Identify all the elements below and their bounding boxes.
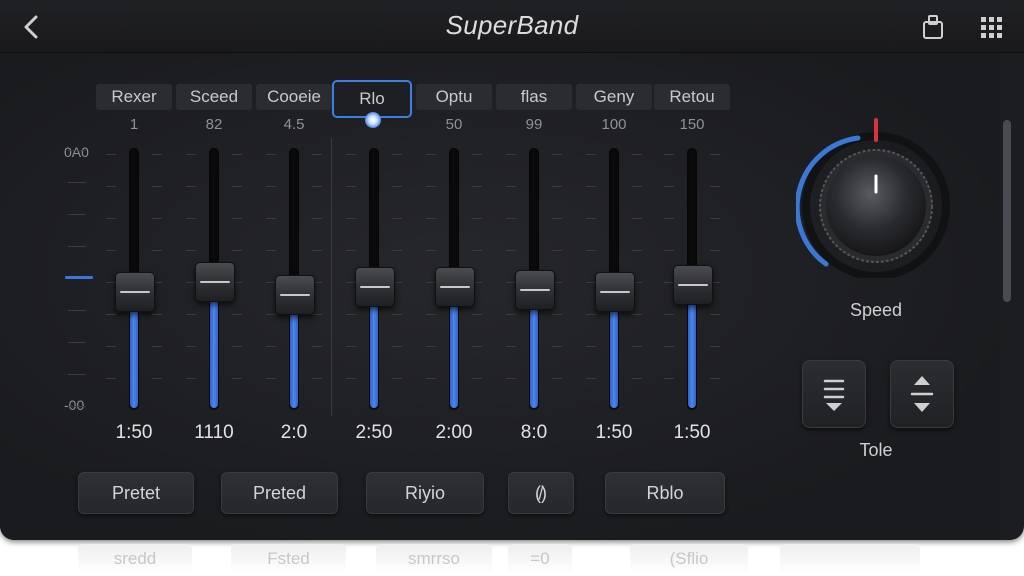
eq-band: Cooeie 4.5 2:0 xyxy=(254,82,334,452)
band-label-button[interactable]: Geny xyxy=(576,84,652,110)
ghost-button-2: Fsted xyxy=(231,544,346,574)
scale-tick xyxy=(68,342,86,343)
preset-button-2[interactable]: Preted xyxy=(221,472,338,514)
title-bar: SuperBand xyxy=(0,0,1024,53)
band-time: 2:00 xyxy=(435,422,473,443)
band-slider[interactable] xyxy=(346,148,402,410)
slider-knob[interactable] xyxy=(435,267,475,307)
scale-tick xyxy=(68,150,86,151)
band-value: 82 xyxy=(205,116,223,133)
preset-button-5[interactable]: Rblo xyxy=(605,472,725,514)
band-slider[interactable] xyxy=(586,148,642,410)
band-time: 1:50 xyxy=(673,422,711,443)
slider-knob[interactable] xyxy=(673,265,713,305)
eq-band: Rlo 2:50 xyxy=(332,80,414,452)
band-value: 150 xyxy=(679,116,705,133)
tone-label: Tole xyxy=(859,440,893,460)
ghost-button-1: sredd xyxy=(78,544,192,574)
ghost-button-4: =0 xyxy=(508,544,572,574)
grid-menu-button[interactable] xyxy=(978,14,1006,42)
band-value: 1 xyxy=(129,116,139,133)
band-time: 1:50 xyxy=(115,422,153,443)
slider-knob[interactable] xyxy=(595,272,635,312)
band-value: 99 xyxy=(525,116,543,133)
band-value: 4.5 xyxy=(283,116,305,133)
band-value: 100 xyxy=(601,116,627,133)
slider-fill xyxy=(688,299,696,408)
slider-knob[interactable] xyxy=(195,262,235,302)
ghost-button-3: smrrso xyxy=(376,544,492,574)
band-label-button[interactable]: Rexer xyxy=(96,84,172,110)
slider-fill xyxy=(290,309,298,408)
band-time: 2:50 xyxy=(355,422,393,443)
level-marker xyxy=(65,276,93,279)
chevrons-up-down-icon xyxy=(910,376,934,412)
slider-fill xyxy=(610,306,618,408)
eq-band: Rexer 1 1:50 xyxy=(94,82,174,452)
slider-fill xyxy=(370,301,378,408)
speed-knob-icon xyxy=(794,118,950,280)
lines-chevron-down-icon xyxy=(823,379,845,411)
share-button[interactable] xyxy=(918,12,948,42)
vertical-scrollbar[interactable] xyxy=(1003,120,1011,302)
band-label-button[interactable]: flas xyxy=(496,84,572,110)
band-label-button[interactable]: Optu xyxy=(416,84,492,110)
eq-band: Optu 50 2:00 xyxy=(414,82,494,452)
band-label-button[interactable]: Cooeie xyxy=(256,84,332,110)
grid-menu-icon xyxy=(981,17,1002,38)
eq-band: flas 99 8:0 xyxy=(494,82,574,452)
preset-button-3[interactable]: Riyio xyxy=(366,472,484,514)
share-icon xyxy=(923,15,943,39)
eq-window: SuperBand 0A0 -00 Rexer 1 1:50 Sceed 82 1110 C… xyxy=(0,0,1024,540)
scale-tick xyxy=(68,310,86,311)
speed-dial[interactable] xyxy=(794,118,956,280)
band-time: 1110 xyxy=(194,422,234,443)
slider-fill xyxy=(210,296,218,408)
ghost-button-5: (Sflio xyxy=(630,544,748,574)
slider-knob[interactable] xyxy=(355,267,395,307)
scale-ticks xyxy=(68,150,88,410)
slider-knob[interactable] xyxy=(515,270,555,310)
scale-tick xyxy=(68,182,86,183)
scale-tick xyxy=(68,374,86,375)
eq-band: Sceed 82 1110 xyxy=(174,82,254,452)
selection-dot-icon xyxy=(365,112,381,128)
slider-fill xyxy=(530,304,538,408)
ghost-bar xyxy=(780,544,920,574)
preset-button-1[interactable]: Pretet xyxy=(78,472,194,514)
tone-updown-button[interactable] xyxy=(890,360,954,428)
band-label-button[interactable]: Retou xyxy=(654,84,730,110)
tone-down-button[interactable] xyxy=(802,360,866,428)
band-slider[interactable] xyxy=(426,148,482,410)
scale-tick xyxy=(68,406,86,407)
reflection-row: sredd Fsted smrrso =0 (Sflio xyxy=(0,540,1024,576)
scale-tick xyxy=(68,246,86,247)
band-slider[interactable] xyxy=(664,148,720,410)
band-time: 1:50 xyxy=(595,422,633,443)
band-slider[interactable] xyxy=(506,148,562,410)
band-slider[interactable] xyxy=(186,148,242,410)
speed-label: Speed xyxy=(849,300,903,320)
band-time: 8:0 xyxy=(520,422,548,443)
preset-button-4[interactable]: (̸) xyxy=(508,472,574,514)
scale-tick xyxy=(68,214,86,215)
band-slider[interactable] xyxy=(106,148,162,410)
eq-band: Geny 100 1:50 xyxy=(574,82,654,452)
eq-band: Retou 150 1:50 xyxy=(652,82,732,452)
slider-fill xyxy=(450,301,458,408)
band-label-button[interactable]: Sceed xyxy=(176,84,252,110)
band-time: 2:0 xyxy=(280,422,308,443)
slider-knob[interactable] xyxy=(275,275,315,315)
band-slider[interactable] xyxy=(266,148,322,410)
slider-knob[interactable] xyxy=(115,272,155,312)
band-value: 50 xyxy=(445,116,463,133)
slider-fill xyxy=(130,306,138,408)
app-title: SuperBand xyxy=(445,10,579,40)
